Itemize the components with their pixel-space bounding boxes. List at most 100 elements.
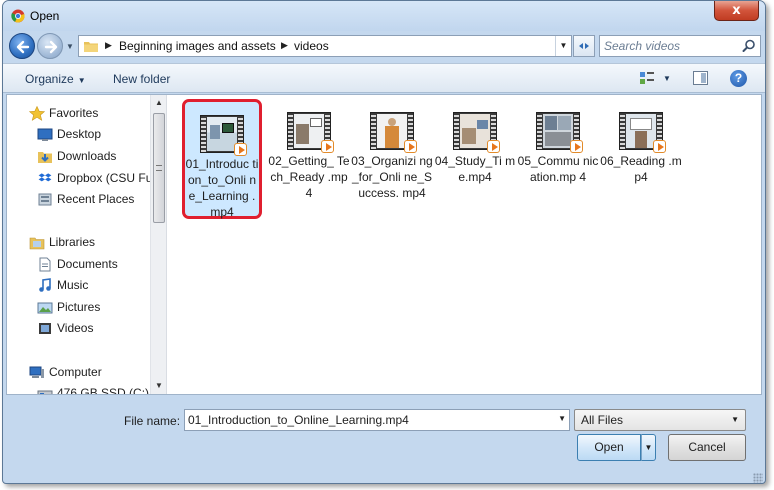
star-icon [29, 106, 45, 121]
drive-icon [37, 390, 53, 394]
play-icon [321, 140, 334, 153]
close-button[interactable]: x [714, 1, 759, 21]
sidebar-item-label: Desktop [57, 127, 102, 141]
video-file-icon [200, 115, 247, 156]
recent-places-icon [38, 193, 52, 206]
file-name: 02_Getting_ Tech_Ready .mp4 [268, 154, 350, 200]
file-item-04[interactable]: 04_Study_Ti me.mp4 [434, 95, 516, 223]
file-name: 01_Introduc tion_to_Onli ne_Learning .mp… [185, 157, 259, 219]
file-item-05[interactable]: 05_Commu nication.mp 4 [517, 95, 599, 223]
change-view-icon[interactable] [639, 71, 655, 85]
file-name: 06_Reading .mp4 [600, 154, 682, 184]
recent-pages-chevron-icon[interactable]: ▼ [66, 42, 74, 51]
file-item-06[interactable]: 06_Reading .mp4 [600, 95, 682, 223]
file-item-01[interactable]: 01_Introduc tion_to_Onli ne_Learning .mp… [182, 99, 262, 219]
folder-icon [84, 42, 98, 52]
video-file-icon [536, 112, 583, 153]
desktop-icon [37, 128, 53, 141]
computer-icon [29, 366, 44, 378]
title-bar[interactable]: Open x [3, 1, 765, 31]
play-icon [234, 143, 247, 156]
scroll-up-icon[interactable]: ▲ [151, 95, 167, 111]
sidebar-item-label: Downloads [57, 149, 117, 163]
file-name-combobox[interactable]: ▼ [184, 409, 570, 431]
music-icon [39, 278, 51, 292]
scroll-down-icon[interactable]: ▼ [151, 378, 167, 394]
back-button[interactable] [9, 33, 35, 59]
breadcrumb-separator-icon[interactable]: ▶ [105, 40, 112, 51]
grip-icon [156, 165, 162, 171]
refresh-button[interactable] [573, 35, 595, 57]
sidebar-item-label: Computer [49, 365, 102, 379]
organize-label: Organize [25, 72, 74, 86]
command-toolbar: Organize ▼ New folder ▼ ? [3, 63, 765, 93]
navigation-pane: Favorites Desktop Downloads Dropbox (CSU… [7, 95, 150, 394]
cancel-button[interactable]: Cancel [668, 434, 746, 461]
navigation-pane-scrollbar[interactable]: ▲ ▼ [150, 95, 167, 394]
window-title: Open [30, 9, 60, 23]
dropbox-icon [38, 173, 52, 182]
breadcrumb-item[interactable]: videos [294, 39, 329, 53]
video-file-icon [619, 112, 666, 153]
video-file-icon [370, 112, 417, 153]
resize-grip-icon[interactable] [753, 473, 763, 483]
help-button[interactable]: ? [730, 70, 747, 87]
refresh-icon [579, 43, 589, 49]
dialog-footer: File name: ▼ All Files ▼ Open ▼ Cancel [3, 397, 765, 483]
sidebar-item-label: Music [57, 278, 89, 292]
address-bar[interactable]: ▶ Beginning images and assets ▶ videos ▼ [78, 35, 572, 57]
pictures-icon [37, 302, 53, 314]
file-name-input[interactable] [188, 412, 543, 428]
search-box[interactable] [599, 35, 761, 57]
breadcrumb-item[interactable]: Beginning images and assets [119, 39, 276, 53]
file-item-02[interactable]: 02_Getting_ Tech_Ready .mp4 [268, 95, 350, 223]
sidebar-item-label: Documents [57, 257, 118, 271]
sidebar-item-label: 476 GB SSD (C:) [57, 386, 150, 394]
chevron-down-icon: ▼ [731, 415, 739, 424]
play-icon [653, 140, 666, 153]
new-folder-button[interactable]: New folder [113, 72, 170, 86]
open-dialog: Open x ▼ ▶ Beginning images and assets ▶… [2, 0, 766, 484]
view-options-chevron-icon[interactable]: ▼ [663, 74, 671, 83]
video-file-icon [453, 112, 500, 153]
address-dropdown-icon[interactable]: ▼ [555, 36, 571, 56]
chrome-icon [11, 9, 25, 23]
breadcrumb-separator-icon[interactable]: ▶ [281, 40, 288, 51]
video-file-icon [287, 112, 334, 153]
play-icon [404, 140, 417, 153]
forward-button[interactable] [37, 33, 63, 59]
file-name: 03_Organizi ng_for_Onli ne_Success. mp4 [351, 154, 433, 200]
file-list: 01_Introduc tion_to_Onli ne_Learning .mp… [168, 95, 761, 394]
play-icon [487, 140, 500, 153]
libraries-icon [29, 237, 45, 250]
file-type-select[interactable]: All Files ▼ [574, 409, 746, 431]
downloads-icon [38, 152, 52, 163]
chevron-down-icon: ▼ [77, 76, 86, 85]
documents-icon [39, 257, 51, 272]
videos-icon [39, 323, 51, 334]
sidebar-item-label: Recent Places [57, 192, 135, 206]
file-name: 04_Study_Ti me.mp4 [434, 154, 516, 184]
play-icon [570, 140, 583, 153]
search-input[interactable] [604, 38, 734, 54]
navigation-bar: ▼ ▶ Beginning images and assets ▶ videos… [3, 31, 765, 61]
sidebar-item-label: Pictures [57, 300, 101, 314]
organize-button[interactable]: Organize ▼ [25, 72, 86, 86]
open-options-chevron-icon[interactable]: ▼ [641, 434, 656, 461]
preview-pane-icon[interactable] [693, 71, 708, 85]
sidebar-item-label: Videos [57, 321, 94, 335]
file-name: 05_Commu nication.mp 4 [517, 154, 599, 184]
browser-area: Favorites Desktop Downloads Dropbox (CSU… [6, 94, 762, 395]
file-name-label: File name: [124, 414, 181, 428]
chevron-down-icon[interactable]: ▼ [558, 414, 566, 423]
sidebar-item-label: Dropbox (CSU Fu [57, 171, 150, 185]
forward-arrow-icon [44, 40, 58, 54]
file-type-value: All Files [581, 413, 624, 427]
sidebar-item-label: Favorites [49, 106, 99, 120]
open-button[interactable]: Open [577, 434, 641, 461]
scrollbar-thumb[interactable] [153, 113, 165, 223]
file-item-03[interactable]: 03_Organizi ng_for_Onli ne_Success. mp4 [351, 95, 433, 223]
search-icon[interactable] [742, 39, 756, 53]
sidebar-item-label: Libraries [49, 235, 96, 249]
back-arrow-icon [16, 40, 30, 54]
